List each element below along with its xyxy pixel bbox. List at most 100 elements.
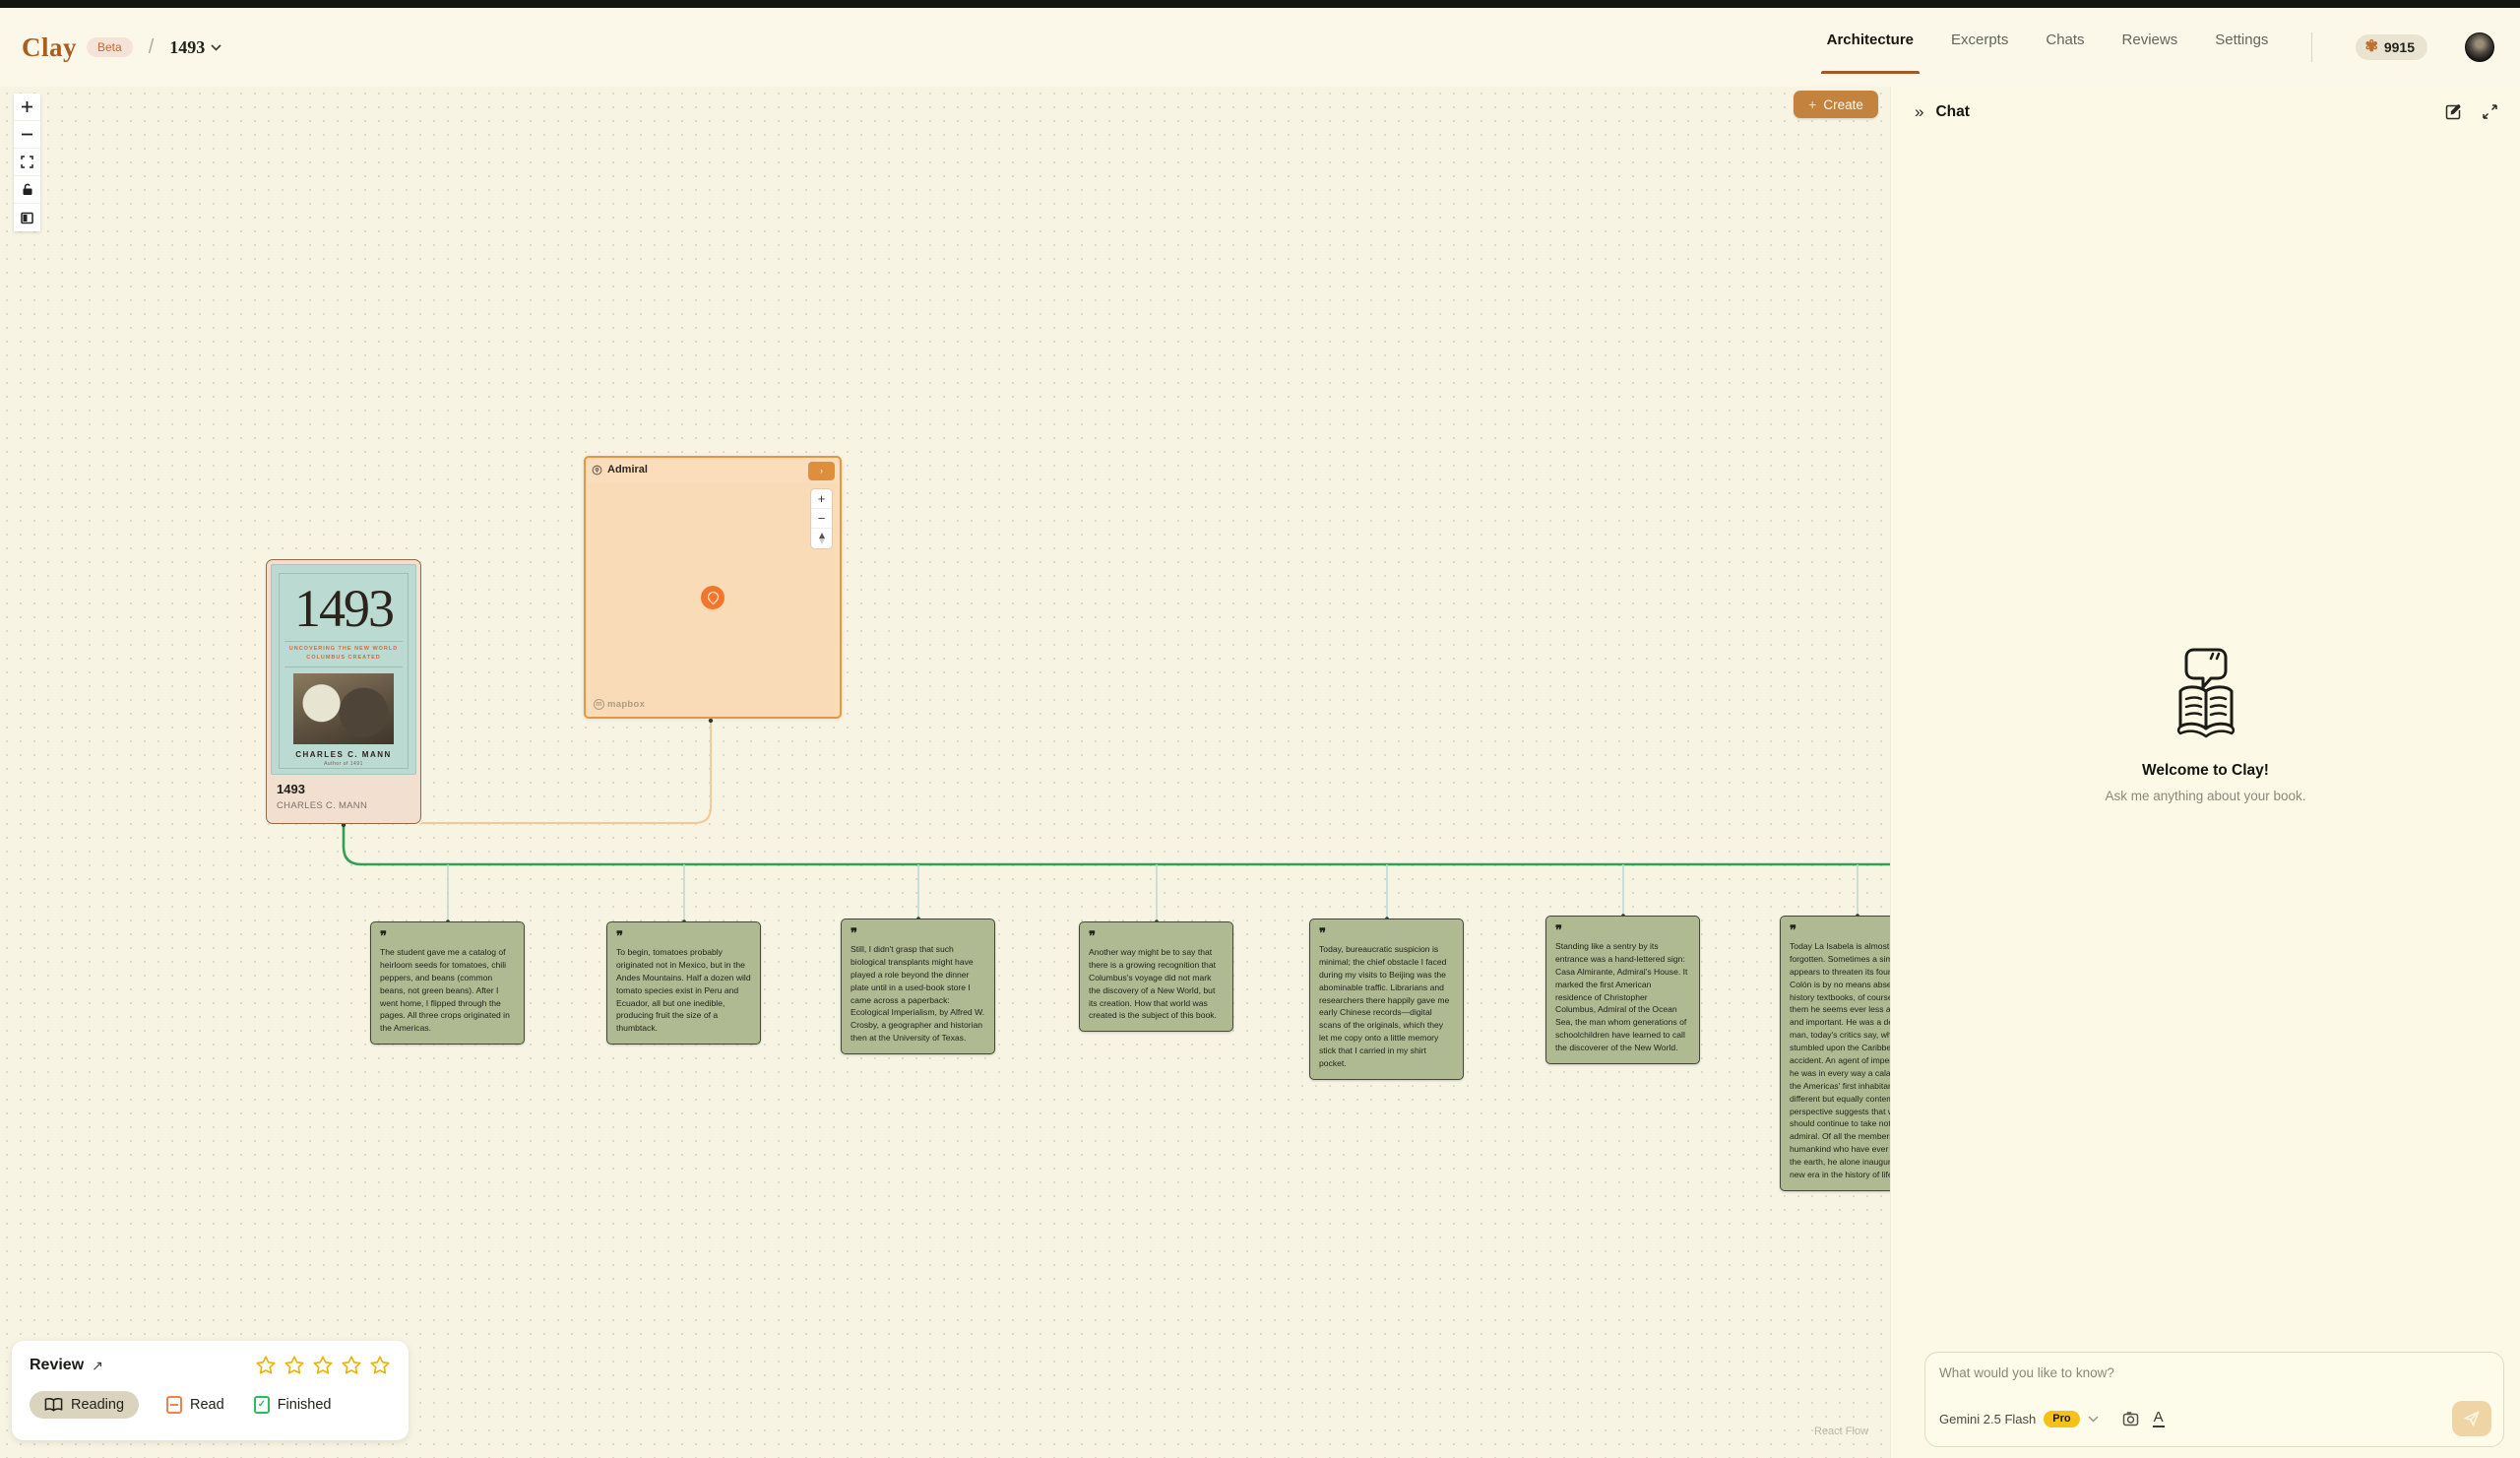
map-node-title: Admiral — [607, 464, 648, 475]
quote-card[interactable]: ❞ Another way might be to say that there… — [1079, 921, 1233, 1032]
book-cover-title: 1493 — [294, 582, 393, 635]
quote-icon: ❞ — [1319, 926, 1454, 939]
quote-text: Another way might be to say that there i… — [1089, 946, 1224, 1022]
review-title: Review — [30, 1357, 84, 1374]
architecture-canvas[interactable]: + Create Admiral › + − m — [0, 87, 1890, 1458]
attach-image-button[interactable] — [2122, 1411, 2139, 1426]
avatar[interactable] — [2465, 32, 2494, 62]
zoom-in-button[interactable] — [14, 94, 40, 121]
zoom-out-button[interactable] — [14, 121, 40, 149]
welcome-title: Welcome to Clay! — [2142, 762, 2269, 780]
beta-badge: Beta — [87, 37, 133, 57]
chat-panel: » Chat Welcome to Clay! Ask me anything … — [1890, 87, 2520, 1458]
model-selector[interactable]: Gemini 2.5 Flash Pro — [1939, 1411, 2099, 1427]
review-open-link[interactable]: ↗ — [92, 1358, 103, 1374]
lock-button[interactable] — [14, 176, 40, 204]
expand-icon[interactable] — [2482, 103, 2498, 120]
admiral-map-node[interactable]: Admiral › + − m mapbox — [584, 456, 842, 719]
fit-view-button[interactable] — [14, 149, 40, 176]
chat-title: Chat — [1935, 103, 1969, 121]
main-nav: Architecture Excerpts Chats Reviews Sett… — [1827, 22, 2494, 74]
react-flow-attribution: React Flow — [1814, 1426, 1868, 1437]
minus-icon — [21, 128, 33, 141]
map-node-action-button[interactable]: › — [808, 462, 835, 480]
chat-book-illustration — [2151, 644, 2261, 746]
map-area[interactable]: + − m mapbox — [588, 483, 838, 715]
collapse-panel-icon[interactable]: » — [1915, 102, 1923, 122]
tab-architecture[interactable]: Architecture — [1827, 22, 1914, 74]
chevron-down-icon — [211, 44, 221, 51]
status-label: Finished — [278, 1397, 332, 1413]
star-icon[interactable] — [369, 1355, 391, 1376]
new-chat-icon[interactable] — [2444, 103, 2462, 121]
welcome-subtitle: Ask me anything about your book. — [2105, 789, 2305, 803]
book-author: CHARLES C. MANN — [277, 800, 410, 811]
quote-card[interactable]: ❞ To begin, tomatoes probably originated… — [606, 921, 761, 1045]
quote-text: Today La Isabela is almost forgotten. So… — [1790, 940, 1890, 1181]
book-cover-subtitle: UNCOVERING THE NEW WORLD COLUMBUS CREATE… — [284, 641, 403, 667]
book-cover: 1493 UNCOVERING THE NEW WORLD COLUMBUS C… — [271, 564, 416, 775]
camera-icon — [2122, 1411, 2139, 1426]
panel-toggle-button[interactable] — [14, 204, 40, 231]
book-open-icon — [44, 1397, 63, 1413]
quote-text: Today, bureaucratic suspicion is minimal… — [1319, 943, 1454, 1070]
tab-settings[interactable]: Settings — [2215, 22, 2268, 74]
canvas-controls — [14, 94, 40, 231]
credits-count: 9915 — [2384, 39, 2415, 55]
map-zoom-in-button[interactable]: + — [811, 489, 832, 509]
credits-badge[interactable]: ✾ 9915 — [2356, 34, 2427, 60]
clay-logo: Clay — [22, 32, 77, 63]
flower-icon: ✾ — [2364, 39, 2377, 55]
quote-icon: ❞ — [616, 929, 751, 942]
star-icon[interactable] — [312, 1355, 334, 1376]
send-icon — [2463, 1410, 2481, 1427]
top-black-bar — [0, 0, 2520, 8]
status-label: Reading — [71, 1397, 124, 1413]
mapbox-logo-icon: m — [594, 699, 604, 710]
quote-card[interactable]: ❞ Today, bureaucratic suspicion is minim… — [1309, 919, 1464, 1080]
map-marker-icon[interactable] — [701, 586, 724, 609]
model-name: Gemini 2.5 Flash — [1939, 1412, 2036, 1426]
send-button[interactable] — [2452, 1401, 2491, 1436]
map-pin-icon — [592, 465, 602, 475]
create-button[interactable]: + Create — [1794, 91, 1878, 118]
chat-welcome: Welcome to Clay! Ask me anything about y… — [1891, 644, 2520, 803]
quote-icon: ❞ — [380, 929, 515, 942]
quote-text: Still, I didn't grasp that such biologic… — [850, 943, 985, 1045]
map-compass-button[interactable] — [811, 529, 832, 548]
breadcrumb-title: 1493 — [169, 37, 205, 58]
star-icon[interactable] — [255, 1355, 277, 1376]
font-icon: A — [2153, 1410, 2165, 1428]
tab-reviews[interactable]: Reviews — [2122, 22, 2178, 74]
quote-icon: ❞ — [1089, 929, 1224, 942]
star-icon[interactable] — [284, 1355, 305, 1376]
quote-card[interactable]: ❞ The student gave me a catalog of heirl… — [370, 921, 525, 1045]
font-style-button[interactable]: A — [2153, 1410, 2165, 1428]
status-reading-button[interactable]: Reading — [30, 1391, 139, 1419]
pro-badge: Pro — [2044, 1411, 2079, 1427]
map-zoom-out-button[interactable]: − — [811, 509, 832, 529]
tab-chats[interactable]: Chats — [2046, 22, 2084, 74]
star-icon[interactable] — [341, 1355, 362, 1376]
create-label: Create — [1823, 97, 1863, 112]
fit-view-icon — [21, 156, 33, 168]
chat-header: » Chat — [1891, 87, 2520, 122]
book-node[interactable]: 1493 UNCOVERING THE NEW WORLD COLUMBUS C… — [266, 559, 421, 824]
status-finished-button[interactable]: Finished — [252, 1390, 334, 1420]
book-cover-author: CHARLES C. MANN — [295, 750, 392, 759]
quote-card[interactable]: ❞ Today La Isabela is almost forgotten. … — [1780, 916, 1890, 1191]
panel-icon — [21, 212, 33, 224]
chat-input-box[interactable]: What would you like to know? Gemini 2.5 … — [1924, 1352, 2504, 1447]
breadcrumb-separator: / — [149, 36, 155, 59]
star-rating — [255, 1355, 391, 1376]
status-read-button[interactable]: Read — [164, 1390, 226, 1420]
tab-excerpts[interactable]: Excerpts — [1951, 22, 2008, 74]
mapbox-label: mapbox — [607, 699, 645, 710]
quote-card[interactable]: ❞ Standing like a sentry by its entrance… — [1545, 916, 1700, 1064]
breadcrumb[interactable]: 1493 — [169, 37, 221, 58]
book-cover-author-sub: Author of 1491 — [324, 761, 363, 767]
quote-text: To begin, tomatoes probably originated n… — [616, 946, 751, 1035]
quote-icon: ❞ — [850, 926, 985, 939]
nav-divider — [2311, 32, 2312, 62]
quote-card[interactable]: ❞ Still, I didn't grasp that such biolog… — [841, 919, 995, 1054]
